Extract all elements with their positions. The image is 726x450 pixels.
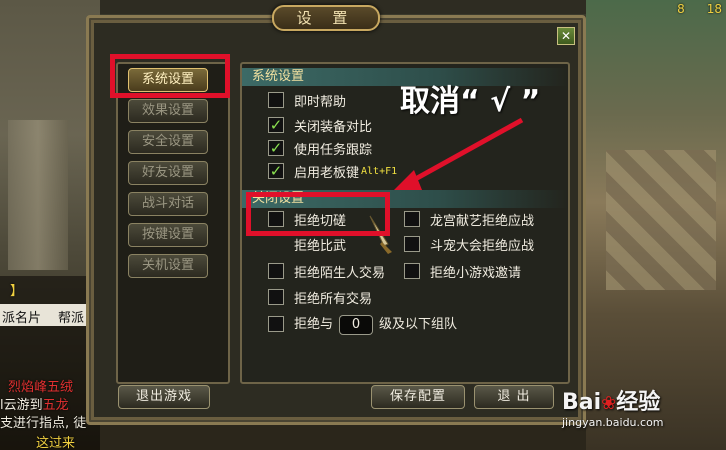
annotation-text: 取消“ √ ”: [400, 84, 541, 119]
save-config-button[interactable]: 保存配置: [371, 385, 465, 409]
watermark-url: jingyan.baidu.com: [562, 416, 664, 429]
watermark-logo: Bai❀经验: [562, 390, 661, 415]
exit-game-button[interactable]: 退出游戏: [118, 385, 210, 409]
annotation-arrow-icon: [394, 117, 524, 190]
paw-icon: ❀: [601, 393, 617, 414]
baidu-watermark: Bai❀经验 jingyan.baidu.com: [562, 384, 722, 444]
exit-button[interactable]: 退 出: [474, 385, 554, 409]
